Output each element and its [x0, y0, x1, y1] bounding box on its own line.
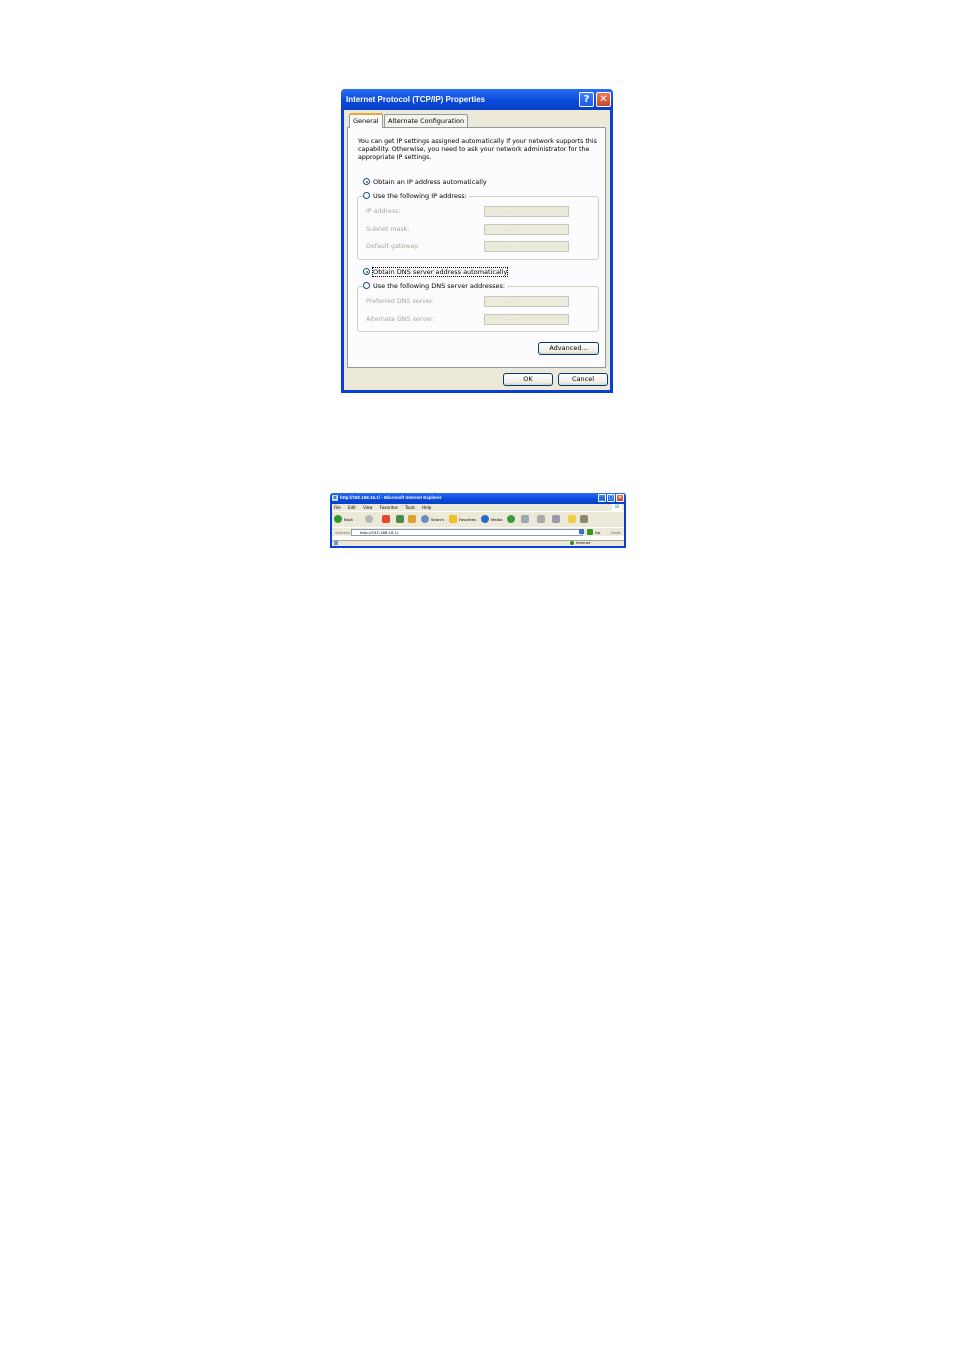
refresh-icon[interactable]	[396, 515, 404, 523]
links-button-label[interactable]: Links	[611, 530, 621, 535]
default-gateway-input[interactable]: . . .	[484, 241, 569, 252]
browser-titlebar[interactable]: e http://192.168.16.1/ - Microsoft Inter…	[330, 493, 626, 504]
menu-bar: File Edit View Favorites Tools Help	[334, 504, 437, 511]
windows-logo-icon: ⊞	[612, 504, 622, 511]
go-arrow-icon[interactable]	[587, 529, 593, 535]
internet-zone-icon	[570, 541, 574, 545]
browser-title: http://192.168.16.1/ - Microsoft Interne…	[340, 495, 442, 500]
radio-obtain-ip-auto[interactable]: Obtain an IP address automatically	[363, 178, 487, 187]
page-status-icon	[334, 541, 338, 545]
advanced-button[interactable]: Advanced...	[538, 342, 599, 355]
dialog-titlebar[interactable]: Internet Protocol (TCP/IP) Properties ? …	[341, 89, 613, 110]
menu-view[interactable]: View	[363, 505, 373, 510]
favorites-star-icon[interactable]	[449, 515, 457, 523]
standard-toolbar: Back Search Favorites Media	[332, 511, 624, 528]
go-button-label[interactable]: Go	[595, 530, 600, 535]
alternate-dns-label: Alternate DNS server:	[366, 316, 435, 323]
maximize-icon: □	[608, 495, 614, 501]
tcpip-properties-dialog: Internet Protocol (TCP/IP) Properties ? …	[341, 89, 613, 393]
radio-unselected-icon	[363, 192, 370, 199]
address-label: Address	[335, 530, 351, 535]
search-button-label[interactable]: Search	[431, 517, 444, 522]
radio-selected-icon	[363, 268, 370, 275]
back-arrow-icon[interactable]	[334, 515, 342, 523]
radio-use-following-ip[interactable]: Use the following IP address:	[363, 192, 469, 201]
general-tab-panel: You can get IP settings assigned automat…	[347, 127, 606, 368]
close-icon: ✕	[617, 495, 623, 501]
minimize-button[interactable]: _	[598, 494, 606, 502]
internet-explorer-window: e http://192.168.16.1/ - Microsoft Inter…	[330, 493, 626, 548]
media-button-label[interactable]: Media	[491, 517, 502, 522]
status-bar: Internet	[332, 540, 624, 547]
ip-address-input[interactable]: . . .	[484, 206, 569, 217]
minimize-icon: _	[600, 495, 604, 501]
close-icon: ✕	[599, 94, 608, 105]
radio-obtain-dns-auto[interactable]: Obtain DNS server address automatically	[363, 267, 509, 277]
description-text: You can get IP settings assigned automat…	[358, 138, 597, 161]
edit-icon[interactable]	[552, 515, 560, 523]
alternate-dns-input[interactable]: . . .	[484, 314, 569, 325]
preferred-dns-label: Preferred DNS server:	[366, 298, 435, 305]
zone-label: Internet	[576, 541, 591, 545]
forward-arrow-icon[interactable]	[365, 515, 373, 523]
subnet-mask-input[interactable]: . . .	[484, 224, 569, 235]
search-icon[interactable]	[421, 515, 429, 523]
dialog-title: Internet Protocol (TCP/IP) Properties	[346, 95, 486, 104]
radio-use-following-dns[interactable]: Use the following DNS server addresses:	[363, 282, 508, 291]
media-icon[interactable]	[481, 515, 489, 523]
browser-chrome: File Edit View Favorites Tools Help ⊞ Ba…	[332, 504, 624, 546]
dialog-body: General Alternate Configuration You can …	[344, 110, 610, 390]
radio-unselected-icon	[363, 282, 370, 289]
tab-alternate-configuration[interactable]: Alternate Configuration	[384, 114, 469, 127]
address-dropdown-arrow-icon[interactable]	[579, 529, 584, 534]
help-button[interactable]: ?	[579, 92, 594, 107]
default-gateway-label: Default gateway:	[366, 243, 420, 250]
ie-icon: e	[332, 495, 338, 501]
help-icon: ?	[583, 94, 590, 105]
window-close-button[interactable]: ✕	[616, 494, 624, 502]
menu-file[interactable]: File	[334, 505, 341, 510]
menu-edit[interactable]: Edit	[348, 505, 356, 510]
menu-favorites[interactable]: Favorites	[380, 505, 398, 510]
maximize-button[interactable]: □	[607, 494, 615, 502]
ok-button[interactable]: OK	[503, 373, 553, 386]
back-button-label[interactable]: Back	[344, 517, 353, 522]
ip-address-label: IP address:	[366, 208, 401, 215]
radio-selected-icon	[363, 178, 370, 185]
address-input[interactable]: http://192.168.16.1/	[351, 529, 583, 536]
stop-icon[interactable]	[382, 515, 390, 523]
history-icon[interactable]	[507, 515, 515, 523]
print-icon[interactable]	[537, 515, 545, 523]
menu-help[interactable]: Help	[422, 505, 431, 510]
cancel-button[interactable]: Cancel	[558, 373, 608, 386]
menu-tools[interactable]: Tools	[405, 505, 415, 510]
close-button[interactable]: ✕	[596, 92, 611, 107]
mail-icon[interactable]	[521, 515, 529, 523]
subnet-mask-label: Subnet mask:	[366, 226, 410, 233]
tab-general[interactable]: General	[349, 113, 383, 128]
static-dns-group	[357, 286, 599, 332]
messenger-icon[interactable]	[580, 515, 588, 523]
folder-icon[interactable]	[568, 515, 576, 523]
favorites-button-label[interactable]: Favorites	[459, 517, 476, 522]
preferred-dns-input[interactable]: . . .	[484, 296, 569, 307]
home-icon[interactable]	[408, 515, 416, 523]
